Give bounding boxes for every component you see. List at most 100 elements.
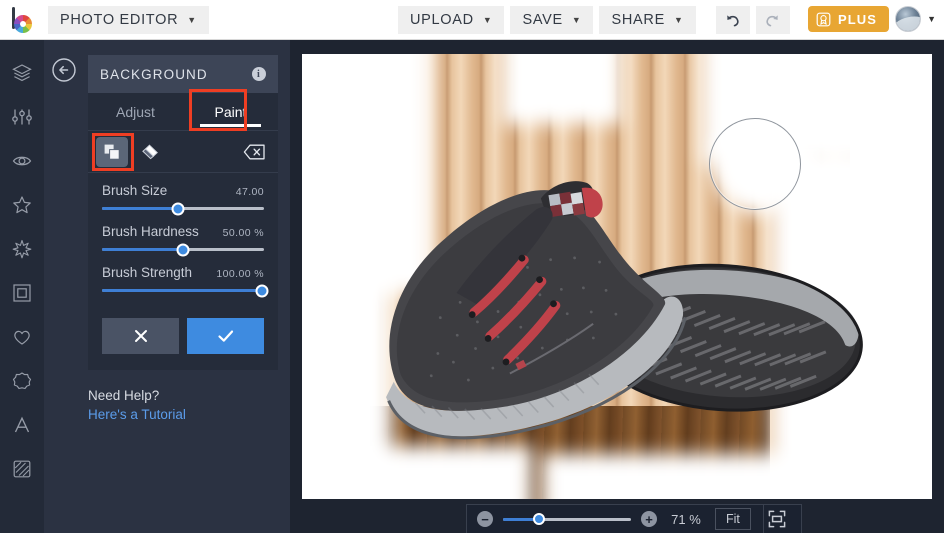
zoom-slider-track[interactable] [503, 513, 631, 525]
brush-size-value: 47.00 [235, 186, 264, 198]
chevron-down-icon: ▼ [673, 15, 684, 25]
brush-squares-icon [104, 144, 120, 160]
fit-button[interactable]: Fit [715, 508, 751, 530]
panel-tabs: Adjust Paint [88, 89, 278, 131]
sparkle-icon [12, 239, 32, 259]
upload-label: UPLOAD [410, 12, 474, 28]
panel-actions [88, 310, 278, 370]
back-button[interactable] [50, 56, 78, 84]
top-toolbar: PHOTO EDITOR ▼ UPLOAD ▼ SAVE ▼ SHARE ▼ P… [0, 0, 944, 40]
sidebar-item-edit[interactable] [0, 98, 44, 136]
panel-header: BACKGROUND i [88, 55, 278, 93]
check-icon [217, 330, 233, 342]
zoom-in-button[interactable]: + [641, 511, 657, 527]
account-area: PLUS ▼ [790, 6, 936, 32]
brush-hardness-slider: Brush Hardness 50.00 % [102, 224, 264, 256]
share-button[interactable]: SHARE ▼ [599, 6, 696, 34]
brush-size-slider: Brush Size 47.00 [102, 183, 264, 215]
fit-to-screen-button[interactable] [762, 505, 791, 533]
brush-strength-knob[interactable] [255, 284, 269, 297]
app-menu-label: PHOTO EDITOR [60, 11, 179, 28]
erased-region [502, 54, 622, 124]
brush-strength-slider: Brush Strength 100.00 % [102, 265, 269, 297]
back-arrow-icon [52, 58, 76, 82]
frame-icon [13, 284, 31, 302]
redo-icon [766, 14, 778, 26]
brush-sliders: Brush Size 47.00 Brush Hardness 50.00 % [88, 173, 278, 310]
redo-button[interactable] [755, 6, 790, 34]
undo-icon [727, 14, 739, 26]
brush-strength-value: 100.00 % [216, 268, 264, 280]
sidebar-item-graphics[interactable] [0, 362, 44, 400]
brush-hardness-value: 50.00 % [222, 227, 264, 239]
background-tool-panel: BACKGROUND i Adjust Paint Brush Size 47.… [88, 55, 278, 370]
texture-icon [13, 460, 31, 478]
clear-x-icon [243, 144, 265, 159]
badge-icon [816, 12, 831, 26]
layers-icon [12, 64, 32, 82]
save-label: SAVE [522, 12, 563, 28]
tab-paint-label: Paint [214, 103, 247, 120]
sidebar-item-artsy[interactable] [0, 230, 44, 268]
main-actions: UPLOAD ▼ SAVE ▼ SHARE ▼ [398, 6, 790, 34]
share-label: SHARE [611, 12, 665, 28]
brush-strength-label: Brush Strength [102, 265, 193, 280]
plus-label: PLUS [838, 11, 878, 27]
sidebar-item-layers[interactable] [0, 54, 44, 92]
brush-circle-cursor [709, 118, 801, 210]
brush-tool-row [88, 131, 278, 173]
sidebar-item-frames[interactable] [0, 274, 44, 312]
brush-tool-button[interactable] [96, 136, 128, 167]
upload-button[interactable]: UPLOAD ▼ [398, 6, 505, 34]
brush-strength-track[interactable] [102, 284, 269, 297]
tab-adjust-label: Adjust [116, 103, 155, 120]
x-icon [134, 330, 147, 342]
brush-hardness-track[interactable] [102, 243, 264, 256]
left-sidebar [0, 40, 44, 533]
zoom-out-button[interactable]: − [477, 511, 493, 527]
brush-size-track[interactable] [102, 202, 264, 215]
image-canvas[interactable] [302, 54, 932, 499]
info-icon[interactable]: i [252, 67, 266, 81]
badge-shape-icon [12, 372, 32, 390]
erased-region [542, 454, 822, 499]
brush-size-label: Brush Size [102, 183, 168, 198]
chevron-down-icon: ▼ [482, 15, 493, 25]
apply-button[interactable] [187, 318, 264, 354]
sidebar-item-text[interactable] [0, 406, 44, 444]
app-menu-button[interactable]: PHOTO EDITOR ▼ [48, 5, 209, 34]
sidebar-item-effects[interactable] [0, 186, 44, 224]
eye-icon [12, 156, 32, 166]
brush-hardness-knob[interactable] [176, 243, 190, 256]
cancel-button[interactable] [102, 318, 179, 354]
eraser-tool-button[interactable] [134, 137, 166, 167]
tab-adjust[interactable]: Adjust [88, 93, 183, 130]
sidebar-item-overlays[interactable] [0, 318, 44, 356]
tool-panel-column: BACKGROUND i Adjust Paint Brush Size 47.… [44, 40, 290, 533]
star-icon [13, 196, 31, 214]
zoom-toolbar: − + 71 % Fit [466, 504, 802, 533]
befunky-logo-icon[interactable] [0, 0, 44, 40]
save-button[interactable]: SAVE ▼ [510, 6, 594, 34]
sidebar-item-touch-up[interactable] [0, 142, 44, 180]
heart-icon [14, 330, 30, 345]
tab-paint[interactable]: Paint [183, 93, 278, 130]
chevron-down-icon: ▼ [571, 15, 582, 25]
clear-button[interactable] [238, 137, 270, 167]
zoom-slider-knob[interactable] [532, 513, 545, 525]
shoe-side-view [386, 181, 687, 440]
avatar[interactable] [895, 6, 922, 32]
plus-upgrade-button[interactable]: PLUS [808, 6, 890, 32]
chevron-down-icon[interactable]: ▼ [927, 14, 936, 24]
sidebar-item-textures[interactable] [0, 450, 44, 488]
letter-a-icon [14, 416, 30, 433]
brush-size-knob[interactable] [171, 202, 185, 215]
tutorial-link[interactable]: Here's a Tutorial [88, 407, 186, 422]
brush-hardness-label: Brush Hardness [102, 224, 199, 239]
eraser-icon [142, 144, 158, 159]
help-title: Need Help? [88, 388, 160, 403]
fit-to-screen-icon [769, 510, 786, 528]
undo-button[interactable] [715, 6, 750, 34]
canvas-stage[interactable]: − + 71 % Fit [290, 40, 944, 533]
sliders-icon [12, 109, 32, 125]
